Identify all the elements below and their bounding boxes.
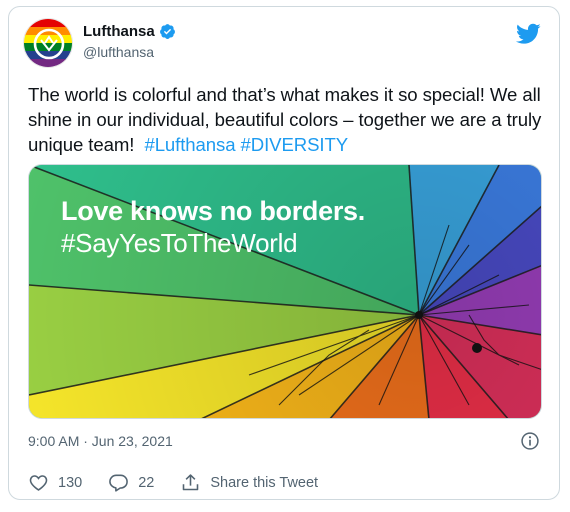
twitter-bird-icon[interactable]	[516, 23, 541, 45]
display-name[interactable]: Lufthansa	[83, 23, 155, 40]
hashtag-lufthansa[interactable]: #Lufthansa	[144, 134, 235, 155]
tweet-embed-card[interactable]: Lufthansa @lufthansa The world is colorf…	[8, 6, 560, 500]
reply-count: 22	[138, 474, 155, 491]
share-label: Share this Tweet	[210, 474, 319, 491]
handle[interactable]: @lufthansa	[83, 44, 154, 60]
like-count: 130	[58, 474, 83, 491]
reply-button[interactable]: 22	[108, 472, 154, 493]
verified-badge-icon	[159, 24, 175, 39]
tweet-timestamp[interactable]: 9:00 AM · Jun 23, 2021	[28, 433, 173, 449]
like-button[interactable]: 130	[28, 472, 82, 493]
action-bar: 130 22 Share this Tweet	[28, 472, 344, 493]
image-headline: Love knows no borders.	[61, 196, 365, 226]
share-icon	[183, 474, 199, 491]
tweet-text: The world is colorful and that’s what ma…	[28, 82, 543, 157]
info-icon[interactable]	[520, 431, 540, 451]
image-hashtag: #SayYesToTheWorld	[61, 228, 298, 258]
reply-icon	[109, 474, 129, 492]
avatar[interactable]	[23, 18, 73, 68]
heart-icon	[29, 475, 48, 491]
tweet-image[interactable]: Love knows no borders. #SayYesToTheWorld	[28, 164, 542, 419]
hashtag-diversity[interactable]: #DIVERSITY	[241, 134, 349, 155]
share-button[interactable]: Share this Tweet	[180, 472, 318, 493]
